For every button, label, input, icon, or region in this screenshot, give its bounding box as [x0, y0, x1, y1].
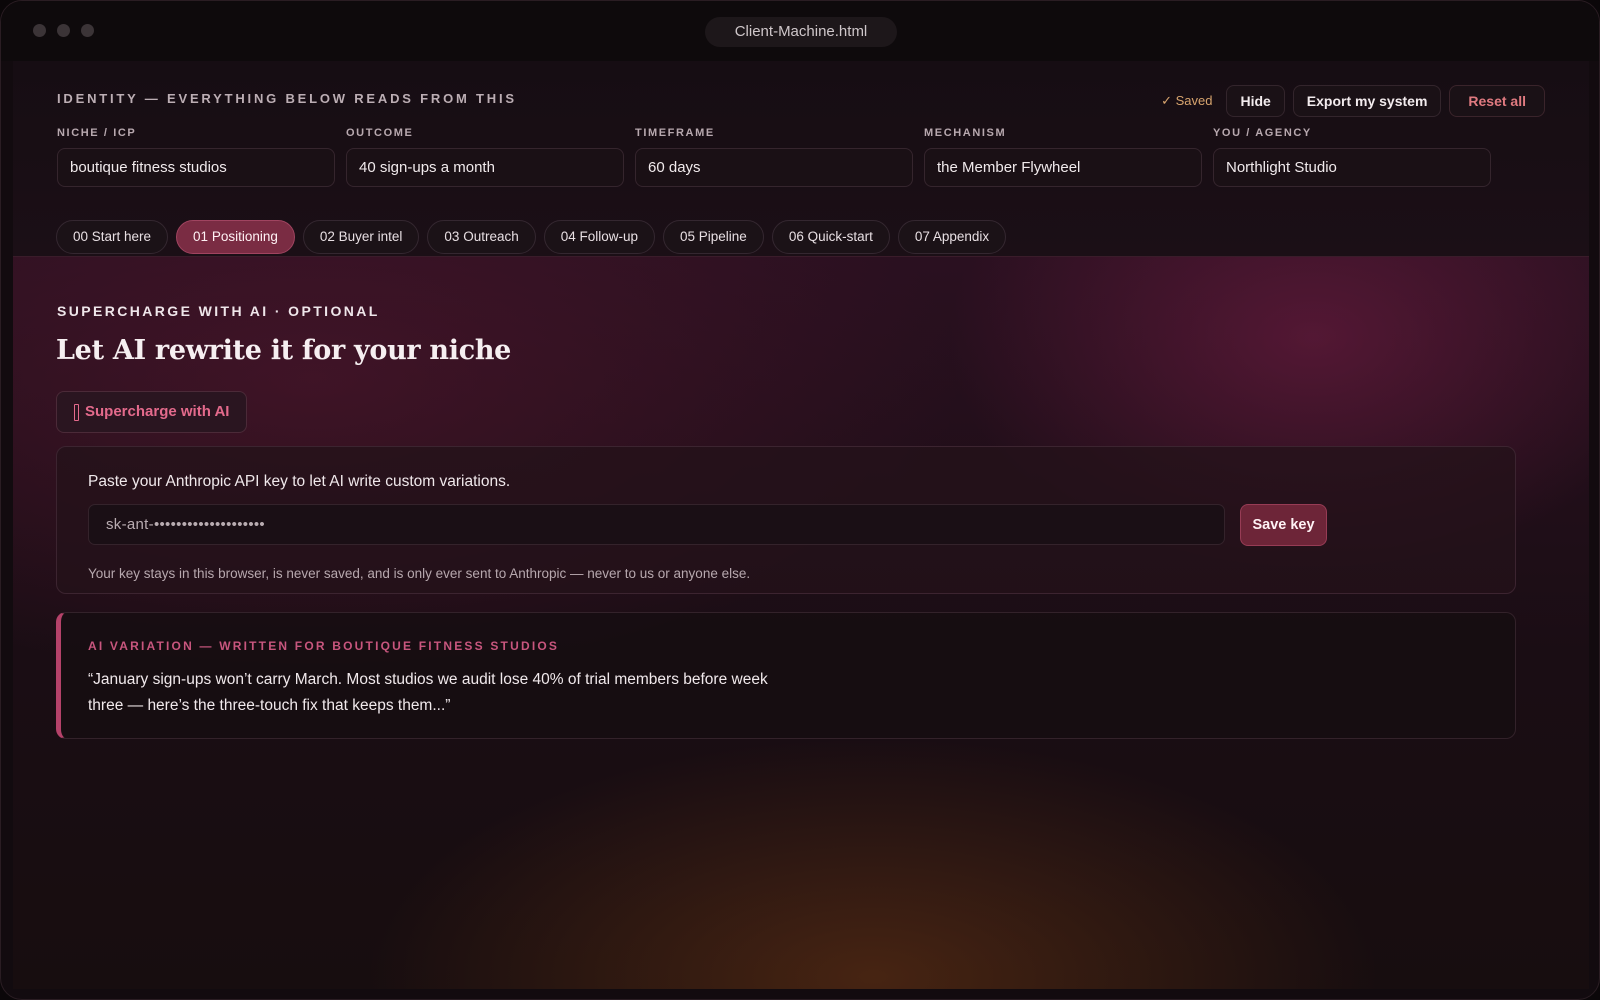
niche-input[interactable] — [57, 148, 335, 187]
window-title: Client-Machine.html — [705, 17, 897, 47]
tab-buyer-intel[interactable]: 02 Buyer intel — [302, 220, 420, 254]
api-key-input[interactable] — [88, 504, 1225, 545]
variation-label: AI VARIATION — WRITTEN FOR BOUTIQUE FITN… — [88, 639, 560, 653]
supercharge-button[interactable]: Supercharge with AI — [56, 391, 248, 433]
api-key-prompt: Paste your Anthropic API key to let AI w… — [88, 473, 511, 490]
save-key-button[interactable]: Save key — [1240, 504, 1327, 546]
field-mechanism: MECHANISM — [924, 127, 1202, 187]
field-label: YOU / AGENCY — [1213, 127, 1312, 139]
tab-follow-up[interactable]: 04 Follow-up — [543, 220, 656, 254]
field-label: OUTCOME — [346, 127, 414, 139]
field-label: NICHE / ICP — [57, 127, 137, 139]
close-window-button[interactable] — [33, 24, 46, 37]
section-headline: Let AI rewrite it for your niche — [56, 335, 512, 366]
api-key-note: Your key stays in this browser, is never… — [88, 566, 751, 581]
api-key-panel: Paste your Anthropic API key to let AI w… — [56, 446, 1516, 594]
field-niche: NICHE / ICP — [57, 127, 335, 187]
agency-input[interactable] — [1213, 148, 1491, 187]
field-label: MECHANISM — [924, 127, 1007, 139]
identity-heading: IDENTITY — EVERYTHING BELOW READS FROM T… — [57, 91, 517, 106]
app-content: IDENTITY — EVERYTHING BELOW READS FROM T… — [13, 61, 1589, 989]
section-tabs: 00 Start here 01 Positioning 02 Buyer in… — [56, 220, 1007, 254]
identity-actions: ✓ Saved Hide Export my system Reset all — [1161, 85, 1545, 117]
field-agency: YOU / AGENCY — [1213, 127, 1491, 187]
variation-text: “January sign-ups won’t carry March. Mos… — [88, 671, 768, 714]
field-timeframe: TIMEFRAME — [635, 127, 913, 187]
tab-quick-start[interactable]: 06 Quick-start — [771, 220, 890, 254]
hide-button[interactable]: Hide — [1226, 85, 1285, 117]
timeframe-input[interactable] — [635, 148, 913, 187]
app-window: Client-Machine.html IDENTITY — EVERYTHIN… — [0, 0, 1600, 1000]
reset-all-button[interactable]: Reset all — [1449, 85, 1545, 117]
export-button[interactable]: Export my system — [1292, 85, 1442, 117]
field-outcome: OUTCOME — [346, 127, 624, 187]
minimize-window-button[interactable] — [57, 24, 70, 37]
section-eyebrow: SUPERCHARGE WITH AI · OPTIONAL — [57, 303, 380, 319]
tab-outreach[interactable]: 03 Outreach — [427, 220, 536, 254]
ai-variation-card: AI VARIATION — WRITTEN FOR BOUTIQUE FITN… — [56, 612, 1516, 739]
tab-pipeline[interactable]: 05 Pipeline — [663, 220, 764, 254]
mechanism-input[interactable] — [924, 148, 1202, 187]
tab-start-here[interactable]: 00 Start here — [56, 220, 169, 254]
maximize-window-button[interactable] — [81, 24, 94, 37]
title-bar: Client-Machine.html — [1, 1, 1599, 61]
supercharge-label: Supercharge with AI — [85, 403, 230, 420]
tab-appendix[interactable]: 07 Appendix — [897, 220, 1007, 254]
spark-icon — [74, 403, 79, 421]
outcome-input[interactable] — [346, 148, 624, 187]
tab-positioning[interactable]: 01 Positioning — [176, 220, 295, 254]
field-label: TIMEFRAME — [635, 127, 715, 139]
ai-section: SUPERCHARGE WITH AI · OPTIONAL Let AI re… — [13, 257, 1589, 989]
saved-status: ✓ Saved — [1161, 93, 1213, 108]
identity-panel: IDENTITY — EVERYTHING BELOW READS FROM T… — [13, 61, 1589, 257]
identity-fields: NICHE / ICP OUTCOME TIMEFRAME MECHANISM … — [57, 127, 1491, 187]
window-controls — [33, 24, 94, 37]
